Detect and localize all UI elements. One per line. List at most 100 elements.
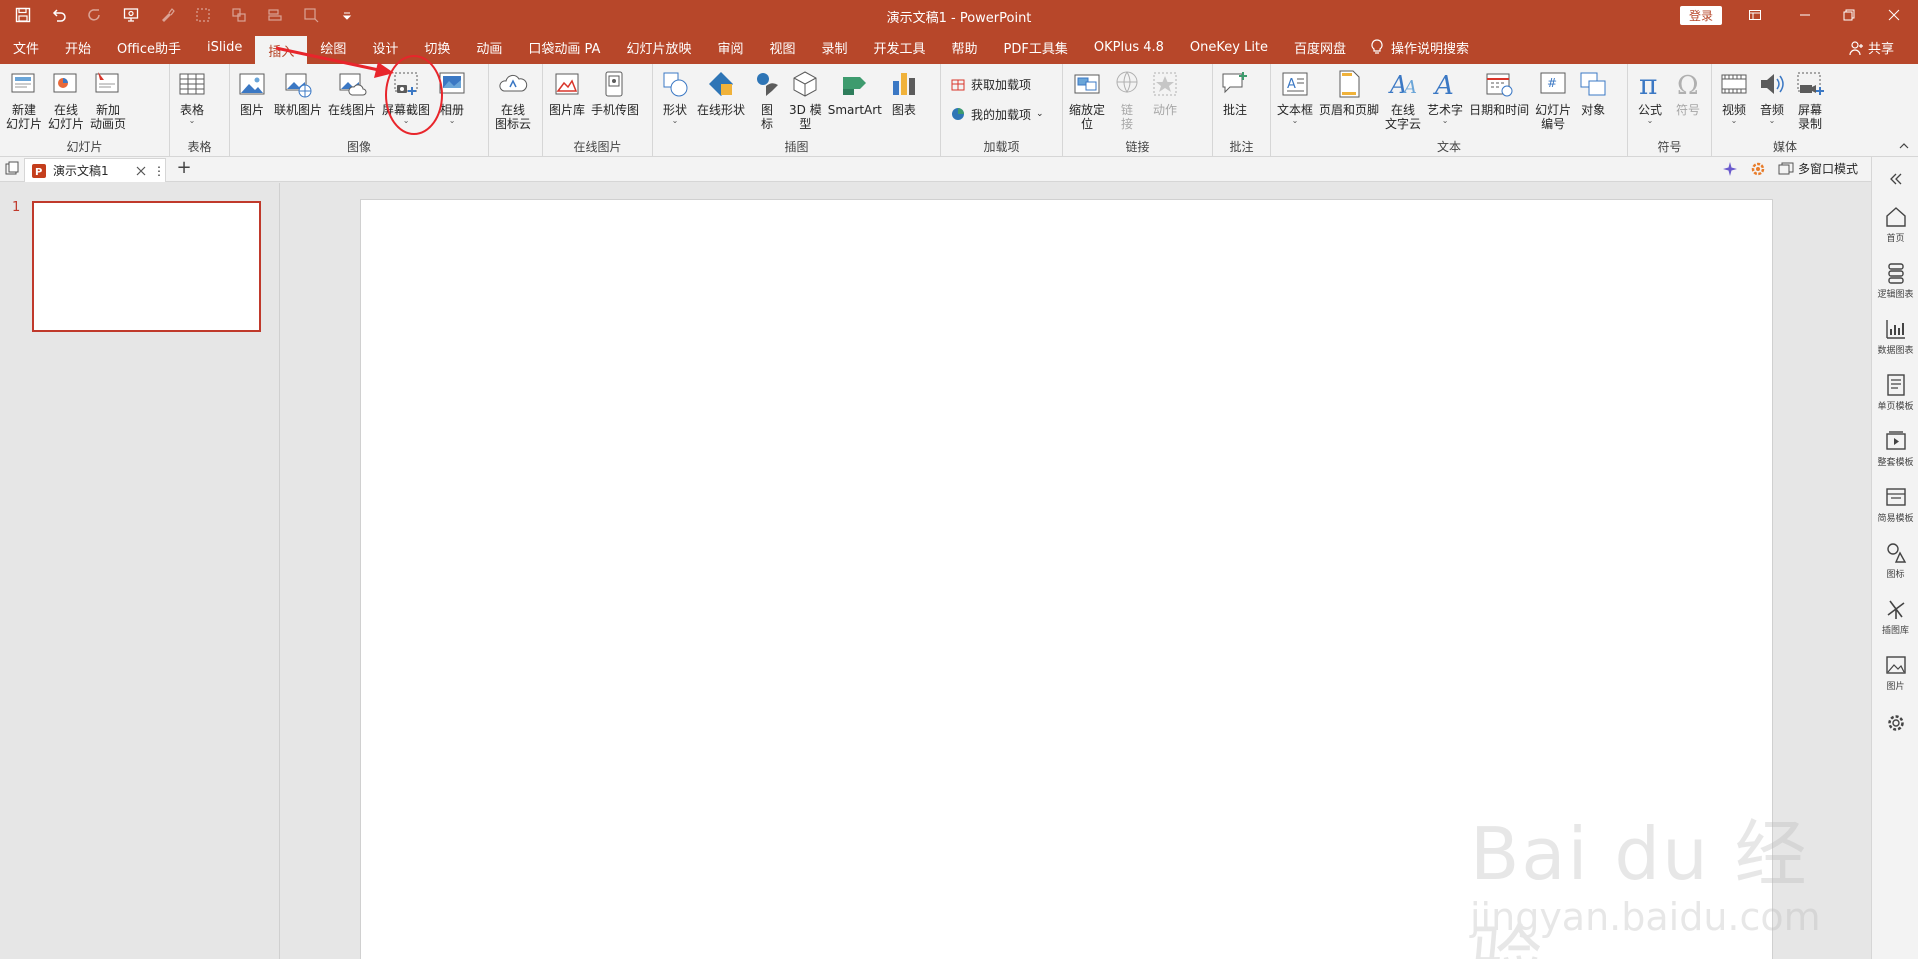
wordart-button[interactable]: A 艺术字 ⌄	[1424, 66, 1466, 125]
smartart-button[interactable]: SmartArt	[825, 66, 885, 117]
right-pane-illustration-library[interactable]: 插图库	[1872, 597, 1918, 636]
slide-thumbnail[interactable]	[32, 201, 261, 332]
online-text-cloud-button[interactable]: AA 在线 文字云	[1382, 66, 1424, 131]
right-pane-logic-chart[interactable]: 逻辑图表	[1872, 261, 1918, 300]
tab-office-assistant[interactable]: Office助手	[104, 33, 194, 61]
symbol-button[interactable]: Ω 符号	[1669, 66, 1707, 117]
linked-picture-button[interactable]: 联机图片	[271, 66, 325, 117]
shapes-button[interactable]: 形状 ⌄	[656, 66, 694, 125]
tab-file[interactable]: 文件	[0, 33, 52, 61]
tell-me-search[interactable]: 操作说明搜索	[1359, 33, 1479, 61]
new-slide-icon	[11, 73, 35, 93]
picture-button[interactable]: 图片	[233, 66, 271, 117]
online-picture-button[interactable]: 在线图片	[325, 66, 379, 117]
screen-record-button[interactable]: 屏幕 录制	[1791, 66, 1829, 131]
equation-button[interactable]: π 公式 ⌄	[1631, 66, 1669, 125]
icons-icon	[757, 73, 779, 96]
tab-help[interactable]: 帮助	[939, 33, 991, 61]
video-button[interactable]: 视频 ⌄	[1715, 66, 1753, 125]
share-label: 共享	[1867, 42, 1894, 57]
restore-icon[interactable]	[1826, 0, 1872, 30]
audio-button[interactable]: 音频 ⌄	[1753, 66, 1791, 125]
right-pane-settings[interactable]	[1872, 711, 1918, 737]
album-button[interactable]: 相册 ⌄	[433, 66, 471, 125]
close-tab-icon[interactable]	[135, 165, 147, 177]
tab-transitions[interactable]: 切换	[411, 33, 463, 61]
document-tab[interactable]: P 演示文稿1 ⋮	[24, 158, 166, 182]
omega-icon: Ω	[1677, 71, 1699, 99]
3d-model-button[interactable]: 3D 模 型	[786, 66, 825, 131]
new-anim-page-button[interactable]: 新加 动画页	[87, 66, 129, 131]
add-tab-icon[interactable]: +	[174, 159, 194, 179]
tab-animations[interactable]: 动画	[463, 33, 515, 61]
my-addins-button[interactable]: 我的加载项 ⌄	[950, 102, 1053, 126]
tab-record[interactable]: 录制	[809, 33, 861, 61]
right-pane-home[interactable]: 首页	[1872, 205, 1918, 244]
slide-thumbnail-pane[interactable]: 1	[0, 183, 280, 959]
online-shapes-button[interactable]: 在线形状	[694, 66, 748, 117]
slide-canvas[interactable]	[360, 199, 1773, 959]
tab-onekey-lite[interactable]: OneKey Lite	[1177, 33, 1281, 61]
object-button[interactable]: 对象	[1574, 66, 1612, 117]
collapse-ribbon-icon[interactable]	[1898, 140, 1910, 152]
date-time-button[interactable]: 日期和时间	[1466, 66, 1532, 117]
tab-home[interactable]: 开始	[52, 33, 104, 61]
lightbulb-icon	[1371, 39, 1383, 54]
right-pane-pictures[interactable]: 图片	[1872, 653, 1918, 692]
tab-design[interactable]: 设计	[359, 33, 411, 61]
group-label-slides: 幻灯片	[66, 140, 103, 154]
collapse-pane-icon[interactable]	[1887, 171, 1903, 187]
comment-button[interactable]: 批注	[1216, 66, 1254, 117]
right-pane-full-template[interactable]: 整套模板	[1872, 429, 1918, 468]
multi-window-icon	[1778, 162, 1794, 174]
gear-orange-icon[interactable]	[1750, 161, 1766, 177]
tab-review[interactable]: 审阅	[704, 33, 756, 61]
tab-okplus[interactable]: OKPlus 4.8	[1081, 33, 1177, 61]
action-button[interactable]: 动作	[1146, 66, 1184, 117]
tab-developer[interactable]: 开发工具	[861, 33, 939, 61]
slide-number-button[interactable]: # 幻灯片 编号	[1532, 66, 1574, 131]
picture-gallery-button[interactable]: 图片库	[546, 66, 588, 117]
new-slide-button[interactable]: 新建 幻灯片	[3, 66, 45, 131]
get-addins-button[interactable]: 获取加载项	[950, 72, 1053, 96]
tab-baidu-netdisk[interactable]: 百度网盘	[1281, 33, 1359, 61]
tab-view[interactable]: 视图	[756, 33, 808, 61]
tab-islide[interactable]: iSlide	[194, 33, 255, 61]
tab-draw[interactable]: 绘图	[307, 33, 359, 61]
link-button[interactable]: 链 接	[1108, 66, 1146, 131]
ribbon-display-icon[interactable]	[1732, 0, 1778, 30]
tab-pdf-tools[interactable]: PDF工具集	[991, 33, 1081, 61]
login-button[interactable]: 登录	[1680, 6, 1722, 25]
tab-pocket-animation[interactable]: 口袋动画 PA	[515, 33, 613, 61]
screenshot-button[interactable]: 屏幕截图 ⌄	[379, 66, 433, 125]
right-pane-single-template[interactable]: 单页模板	[1872, 373, 1918, 412]
icons-button[interactable]: 图 标	[748, 66, 786, 131]
chart-button[interactable]: 图表	[885, 66, 923, 117]
tab-menu-icon[interactable]: ⋮	[153, 164, 165, 178]
screen-record-icon	[1797, 72, 1824, 95]
right-pane-simple-template[interactable]: 简易模板	[1872, 485, 1918, 524]
minimize-icon[interactable]	[1782, 0, 1828, 30]
magic-icon[interactable]	[1722, 161, 1738, 177]
phone-upload-button[interactable]: 手机传图	[588, 66, 642, 117]
tab-slideshow[interactable]: 幻灯片放映	[613, 33, 704, 61]
right-pane-icons[interactable]: 图标	[1872, 541, 1918, 580]
slide-editor	[281, 183, 1871, 959]
header-footer-button[interactable]: 页眉和页脚	[1316, 66, 1382, 117]
group-label-links: 链接	[1125, 140, 1150, 154]
group-addins: 获取加载项 我的加载项 ⌄ 加载项	[941, 64, 1063, 157]
puzzle-icon	[952, 108, 964, 120]
person-icon	[1849, 40, 1863, 55]
tab-insert[interactable]: 插入	[255, 36, 308, 64]
textbox-button[interactable]: A 文本框 ⌄	[1274, 66, 1316, 125]
document-home-icon[interactable]	[4, 161, 20, 177]
online-slide-button[interactable]: 在线 幻灯片	[45, 66, 87, 131]
table-button[interactable]: 表格 ⌄	[173, 66, 211, 125]
multi-window-mode-button[interactable]: 多窗口模式	[1778, 160, 1858, 177]
wordart-icon: A	[1433, 71, 1454, 99]
online-icon-cloud-button[interactable]: 在线 图标云	[492, 66, 534, 131]
share-button[interactable]: 共享	[1848, 38, 1894, 57]
close-icon[interactable]	[1871, 0, 1917, 30]
right-pane-data-chart[interactable]: 数据图表	[1872, 317, 1918, 356]
zoom-button[interactable]: 缩放定 位	[1066, 66, 1108, 131]
